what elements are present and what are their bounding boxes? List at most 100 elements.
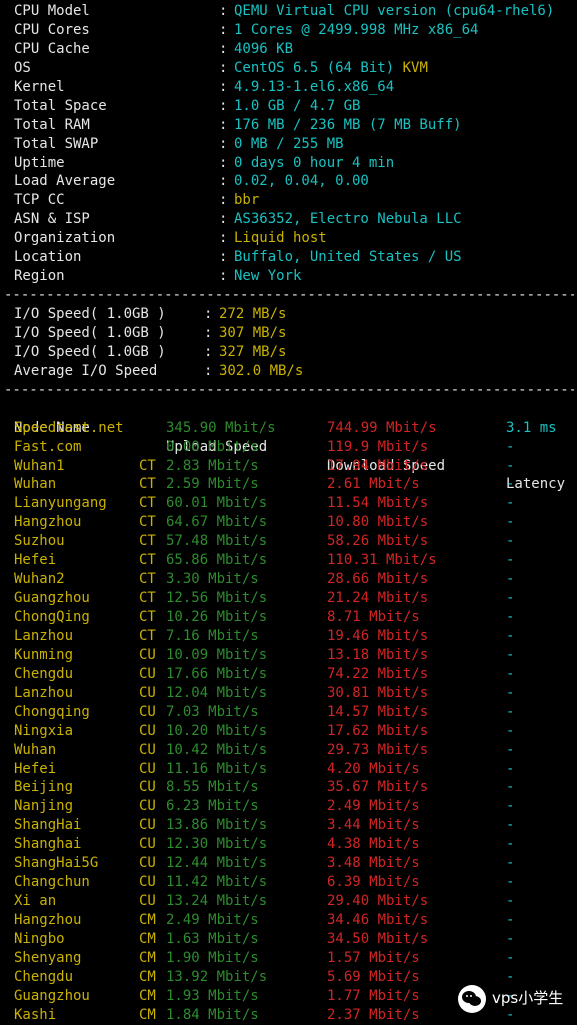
table-row: Wuhan CU 10.42 Mbit/s 29.73 Mbit/s - [14,741,574,760]
sysinfo-value-text: Liquid host [234,230,327,247]
io-label: I/O Speed( 1.0GB ) [14,324,166,341]
upload-speed: 0.00 Mbit/s [166,438,259,455]
isp-code: CM [139,987,156,1004]
separator-line: ----------------------------------------… [4,287,574,304]
node-name: Beijing [14,779,74,796]
sysinfo-row: Load Average:0.02, 0.04, 0.00 [14,172,574,191]
upload-speed: 7.16 Mbit/s [166,627,259,644]
latency: - [506,912,515,928]
upload-speed: 13.24 Mbit/s [166,893,268,910]
colon-separator: : [219,3,228,19]
sysinfo-label: Load Average [14,173,116,190]
table-row: Beijing CU 8.55 Mbit/s 35.67 Mbit/s - [14,778,574,797]
latency: - [506,722,515,739]
node-name: Guangzhou [14,987,90,1004]
colon-separator: : [219,40,228,57]
sysinfo-value-text: bbr [234,192,260,209]
download-speed: 34.46 Mbit/s [327,912,429,928]
table-row: Guangzhou CT 12.56 Mbit/s 21.24 Mbit/s - [14,589,574,608]
download-speed: 119.9 Mbit/s [327,438,429,455]
colon-separator: : [219,154,228,171]
upload-speed: 10.20 Mbit/s [166,722,268,739]
isp-code: CU [139,684,156,701]
latency: - [506,930,515,947]
isp-code: CM [139,930,156,947]
node-name: Kashi [14,1006,57,1023]
latency: - [506,779,515,796]
latency: - [506,684,515,701]
sysinfo-value-text: 1 Cores @ 2499.998 MHz x86_64 [234,21,479,38]
upload-speed: 1.90 Mbit/s [166,949,259,966]
download-speed: 29.73 Mbit/s [327,741,429,758]
download-speed: 74.22 Mbit/s [327,665,429,682]
download-speed: 13.18 Mbit/s [327,646,429,663]
latency: - [506,646,515,663]
speed-table-body: Speedtest.net 345.90 Mbit/s 744.99 Mbit/s 3… [14,419,574,1025]
latency: - [506,476,515,493]
table-row: ShangHai5G CU 12.44 Mbit/s 3.48 Mbit/s - [14,854,574,873]
download-speed: 17.94 Mbit/s [327,457,429,474]
io-value: 272 MB/s [219,306,287,322]
table-row: Wuhan CT 2.59 Mbit/s 2.61 Mbit/s - [14,475,574,494]
io-row: I/O Speed( 1.0GB ):307 MB/s [14,324,574,343]
colon-separator: : [204,362,213,379]
sysinfo-label: CPU Cache [14,40,90,57]
download-speed: 1.57 Mbit/s [327,949,420,966]
latency: - [506,438,515,455]
colon-separator: : [219,173,228,190]
upload-speed: 6.23 Mbit/s [166,798,259,815]
sysinfo-value-text: 0.02, 0.04, 0.00 [234,173,369,190]
upload-speed: 10.26 Mbit/s [166,609,268,625]
sysinfo-row: Total SWAP:0 MB / 255 MB [14,135,574,154]
isp-code: CU [139,874,156,891]
latency: - [506,627,515,644]
node-name: Shanghai [14,836,82,853]
download-speed: 4.20 Mbit/s [327,760,420,777]
download-speed: 2.37 Mbit/s [327,1006,420,1023]
download-speed: 6.39 Mbit/s [327,874,420,891]
node-name: Wuhan1 [14,457,65,474]
latency: - [506,741,515,758]
io-row: I/O Speed( 1.0GB ):327 MB/s [14,343,574,362]
sysinfo-value: 4096 KB [234,40,293,59]
sysinfo-label: Uptime [14,154,65,171]
node-name: Ningxia [14,722,74,739]
io-speed-section: I/O Speed( 1.0GB ): 272 MB/s I/O Speed( 1.… [14,305,574,381]
download-speed: 8.71 Mbit/s [327,609,420,625]
sysinfo-value: 4.9.13-1.el6.x86_64 [234,78,394,97]
sysinfo-value: 0 MB / 255 MB [234,135,344,154]
isp-code: CT [139,533,156,550]
sysinfo-value-text: QEMU Virtual CPU version (cpu64-rhel6) [234,3,555,19]
upload-speed: 65.86 Mbit/s [166,552,268,569]
download-speed: 3.44 Mbit/s [327,817,420,834]
system-info-section: CPU Model: QEMU Virtual CPU version (cpu6… [14,2,574,286]
table-row: Shenyang CM 1.90 Mbit/s 1.57 Mbit/s - [14,949,574,968]
colon-separator: : [219,135,228,152]
colon-separator: : [219,211,228,228]
sysinfo-value-text: 0 MB / 255 MB [234,135,344,152]
sysinfo-row: Location: Buffalo, United States / US [14,248,574,267]
sysinfo-value-text: 4096 KB [234,40,294,57]
upload-speed: 11.16 Mbit/s [166,760,268,777]
isp-code: CU [139,817,156,834]
latency: - [506,968,515,985]
latency: - [506,836,515,853]
watermark: vps小学生 [458,985,576,1013]
upload-speed: 60.01 Mbit/s [166,495,268,512]
table-row: Hangzhou CT 64.67 Mbit/s 10.80 Mbit/s - [14,513,574,532]
sysinfo-value-text: 4.9.13-1.el6.x86_64 [234,78,395,95]
latency: - [506,893,515,910]
table-row: ChongQing CT 10.26 Mbit/s 8.71 Mbit/s - [14,608,574,627]
table-row: Xi an CU 13.24 Mbit/s 29.40 Mbit/s - [14,892,574,911]
sysinfo-value: New York [234,267,301,286]
table-row: Lanzhou CU 12.04 Mbit/s 30.81 Mbit/s - [14,684,574,703]
sysinfo-label: Location [14,249,82,266]
colon-separator: : [219,192,228,209]
sysinfo-value-text: 176 MB / 236 MB (7 MB Buff) [234,116,462,133]
node-name: Wuhan [14,741,57,758]
upload-speed: 11.42 Mbit/s [166,874,268,891]
latency: - [506,590,515,607]
download-speed: 35.67 Mbit/s [327,779,429,796]
latency: - [506,514,515,531]
download-speed: 11.54 Mbit/s [327,495,429,512]
